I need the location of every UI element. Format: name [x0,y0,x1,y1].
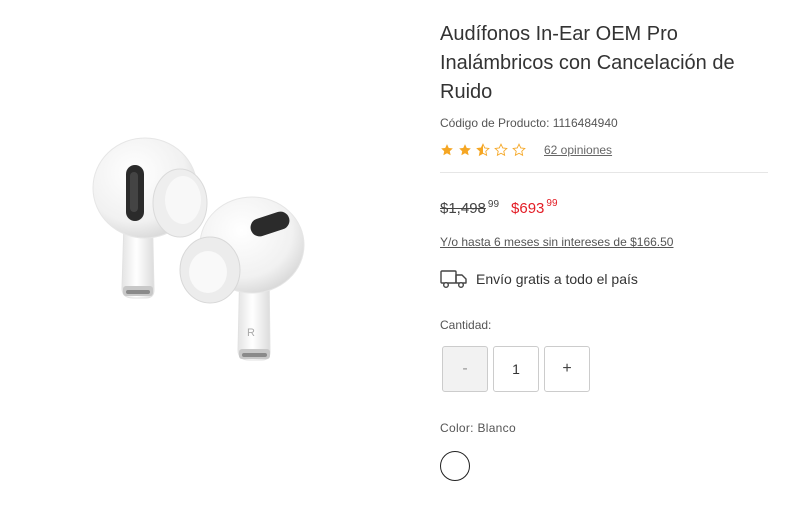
sale-price-cents: 99 [546,198,558,209]
old-price: $1,498 [440,200,486,217]
sale-price: $693 [511,200,545,217]
old-price-cents: 99 [487,199,500,210]
divider [440,172,768,173]
shipping-info: Envío gratis a todo el país [440,268,638,290]
price-block: $1,498 99 $693 99 [440,198,558,217]
installments-link[interactable]: Y/o hasta 6 meses sin intereses de $166.… [440,235,673,249]
star-rating [440,143,530,157]
color-swatch-white[interactable] [440,451,470,481]
airpods-image: R [92,137,305,361]
earbud-mark: R [247,327,255,339]
shipping-text: Envío gratis a todo el país [476,271,638,287]
decrease-quantity-button[interactable]: - [442,346,488,392]
quantity-stepper: - 1 + [442,346,590,392]
star-half-icon [476,143,490,157]
star-empty-icon [494,143,508,157]
increase-quantity-button[interactable]: + [544,346,590,392]
quantity-input[interactable]: 1 [493,346,539,392]
rating: 62 opiniones [440,143,612,157]
product-image[interactable]: R [0,0,420,500]
star-full-icon [459,144,471,156]
product-code: Código de Producto: 1116484940 [440,116,618,130]
star-empty-icon [512,143,526,157]
color-label: Color: Blanco [440,421,516,435]
product-title: Audífonos In-Ear OEM Pro Inalámbricos co… [440,23,735,103]
reviews-link[interactable]: 62 opiniones [544,143,612,157]
truck-icon [440,270,467,288]
quantity-label: Cantidad: [440,318,492,332]
star-full-icon [441,144,453,156]
